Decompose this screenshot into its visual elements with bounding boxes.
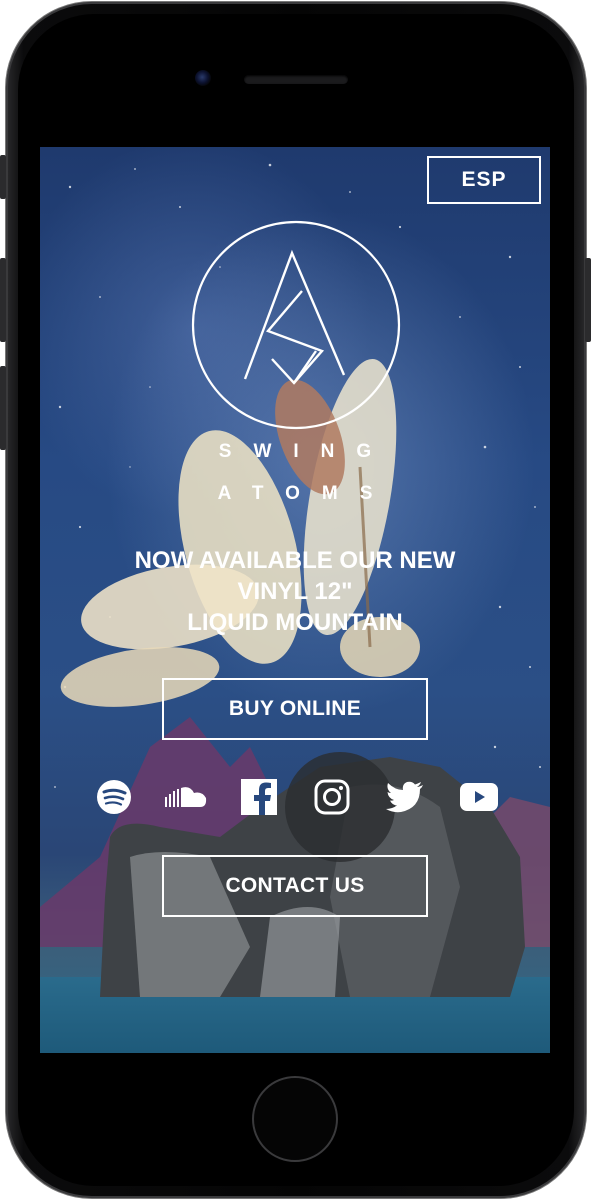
mute-switch [0, 155, 6, 199]
buy-online-button[interactable]: BUY ONLINE [162, 678, 428, 740]
headline: NOW AVAILABLE OUR NEW VINYL 12" LIQUID M… [60, 545, 530, 638]
facebook-icon[interactable] [240, 777, 278, 817]
language-toggle-button[interactable]: ESP [427, 156, 541, 204]
soundcloud-icon[interactable] [164, 777, 208, 817]
social-links [40, 777, 550, 817]
headline-line1: NOW AVAILABLE OUR NEW [134, 547, 456, 574]
instagram-icon[interactable] [313, 777, 351, 817]
front-camera [195, 70, 211, 86]
power-button [585, 258, 591, 342]
screen: ESP SWING ATOMS NOW AVAILABLE OUR NEW VI… [40, 147, 550, 1053]
brand-name-line2: ATOMS [217, 483, 395, 504]
spotify-icon[interactable] [95, 777, 133, 817]
swing-atoms-logo [191, 220, 401, 430]
youtube-icon[interactable] [459, 777, 499, 817]
headline-line3: LIQUID MOUNTAIN [187, 609, 403, 636]
contact-us-button[interactable]: CONTACT US [162, 855, 428, 917]
headline-line2: VINYL 12" [237, 578, 353, 605]
brand-name-line1: SWING [218, 441, 394, 462]
twitter-icon[interactable] [385, 777, 425, 817]
volume-up-button [0, 258, 6, 342]
volume-down-button [0, 366, 6, 450]
home-button[interactable] [252, 1076, 338, 1162]
earpiece-speaker [244, 75, 348, 84]
